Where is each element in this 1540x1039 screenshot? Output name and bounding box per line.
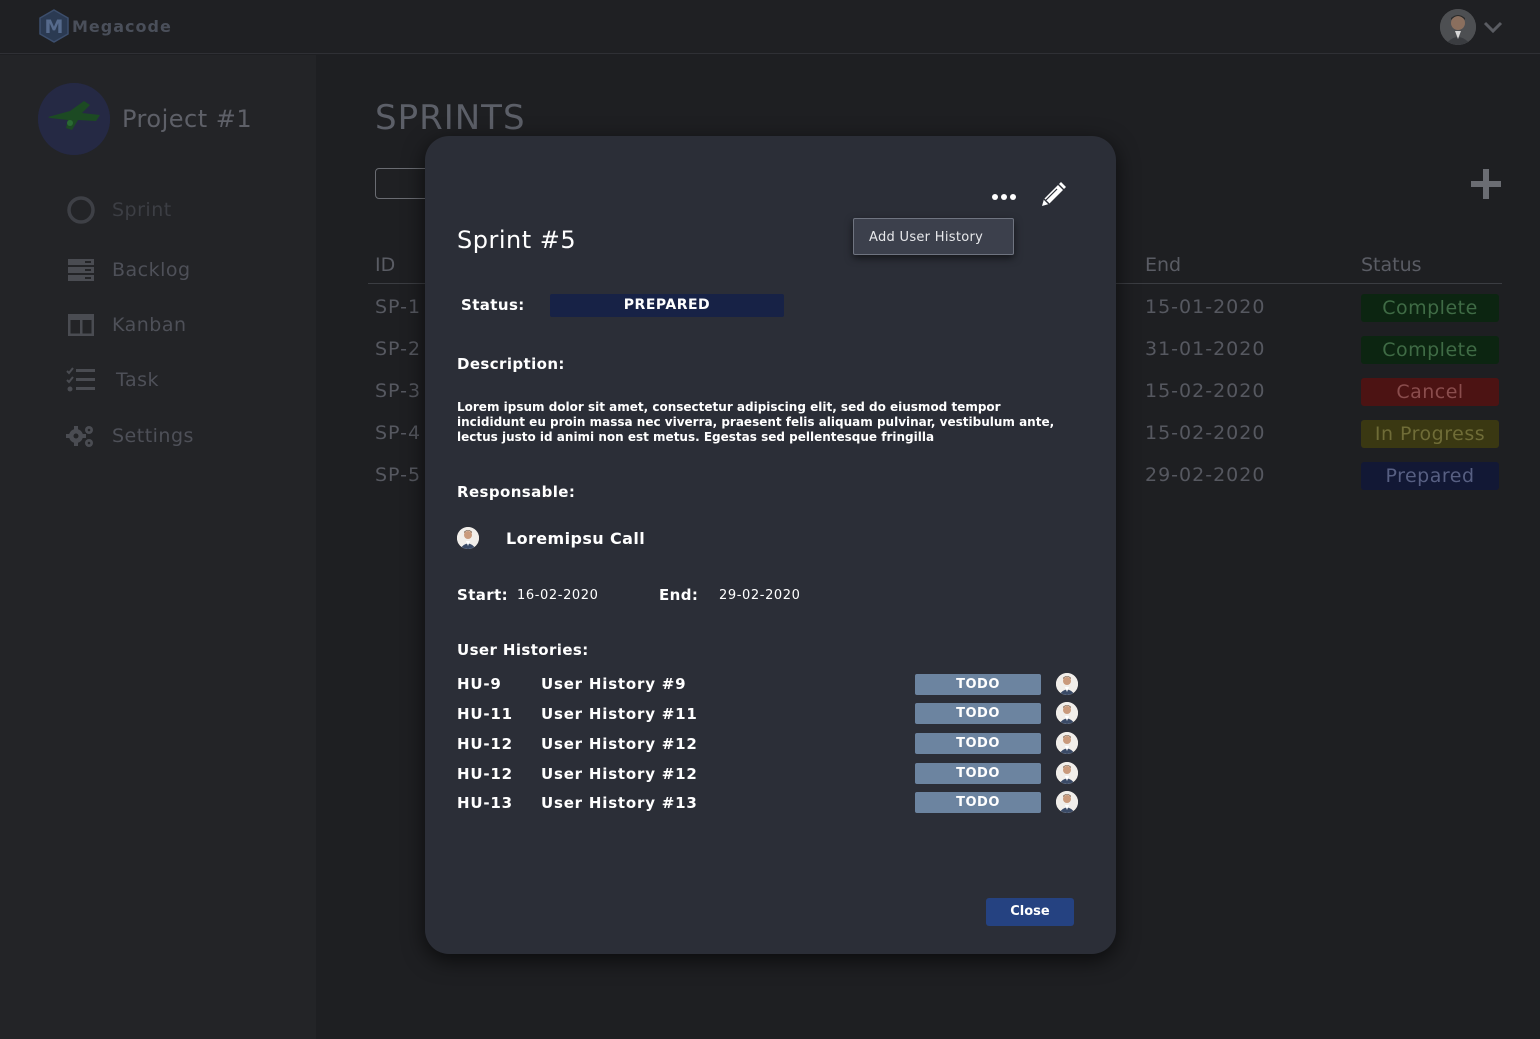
avatar bbox=[1056, 762, 1078, 784]
column-header-end: End bbox=[1145, 254, 1182, 276]
brand-name: Megacode bbox=[72, 16, 172, 36]
sidebar-item-task[interactable]: Task bbox=[66, 365, 159, 395]
status-label: Status: bbox=[461, 296, 525, 314]
sidebar-item-sprint[interactable]: Sprint bbox=[66, 195, 172, 225]
top-bar: M Megacode bbox=[0, 0, 1540, 54]
sidebar-item-settings[interactable]: Settings bbox=[66, 421, 194, 451]
task-list-icon bbox=[66, 365, 96, 395]
history-status-badge: TODO bbox=[915, 792, 1041, 813]
end-date: 29-02-2020 bbox=[719, 588, 801, 603]
user-histories-label: User Histories: bbox=[457, 641, 589, 659]
history-status-badge: TODO bbox=[915, 674, 1041, 695]
history-status-badge: TODO bbox=[915, 703, 1041, 724]
project-name: Project #1 bbox=[122, 105, 253, 133]
history-status-badge: TODO bbox=[915, 763, 1041, 784]
table-row-end: 31-01-2020 bbox=[1145, 338, 1266, 360]
app-root: M Megacode Project #1 Sprint Backlog Kan… bbox=[0, 0, 1540, 1039]
responsable-user: Loremipsu Call bbox=[457, 527, 645, 549]
history-name[interactable]: User History #13 bbox=[541, 794, 698, 812]
page-title: SPRINTS bbox=[375, 98, 526, 138]
table-row-id[interactable]: SP-2 bbox=[375, 338, 421, 360]
user-avatar bbox=[1440, 9, 1476, 45]
history-name[interactable]: User History #12 bbox=[541, 735, 698, 753]
history-id: HU-11 bbox=[457, 705, 513, 723]
backlog-icon bbox=[66, 255, 96, 285]
table-row-end: 29-02-2020 bbox=[1145, 464, 1266, 486]
column-header-id: ID bbox=[375, 254, 396, 276]
avatar bbox=[1056, 702, 1078, 724]
description-label: Description: bbox=[457, 355, 565, 373]
sidebar: Project #1 Sprint Backlog Kanban Task Se… bbox=[0, 55, 316, 1039]
avatar bbox=[1056, 791, 1078, 813]
table-row-id[interactable]: SP-5 bbox=[375, 464, 421, 486]
settings-gears-icon bbox=[66, 421, 96, 451]
add-sprint-plus-icon[interactable] bbox=[1468, 166, 1504, 202]
logo-hexagon-icon: M bbox=[38, 9, 70, 43]
history-name[interactable]: User History #12 bbox=[541, 765, 698, 783]
history-name[interactable]: User History #9 bbox=[541, 675, 686, 693]
status-badge: Complete bbox=[1361, 294, 1499, 322]
sidebar-item-label: Backlog bbox=[112, 259, 191, 281]
sprint-ring-icon bbox=[66, 195, 96, 225]
table-row-end: 15-02-2020 bbox=[1145, 380, 1266, 402]
avatar bbox=[457, 527, 479, 549]
user-menu[interactable] bbox=[1440, 9, 1504, 45]
close-button[interactable]: Close bbox=[986, 898, 1074, 926]
end-label: End: bbox=[659, 586, 699, 604]
avatar bbox=[1056, 732, 1078, 754]
kanban-icon bbox=[66, 310, 96, 340]
avatar bbox=[1056, 673, 1078, 695]
history-id: HU-12 bbox=[457, 735, 513, 753]
add-user-history-menu-item[interactable]: Add User History bbox=[853, 218, 1014, 255]
sidebar-item-label: Settings bbox=[112, 425, 194, 447]
column-header-status: Status bbox=[1361, 254, 1422, 276]
status-badge: Complete bbox=[1361, 336, 1499, 364]
brand-logo[interactable]: M Megacode bbox=[38, 9, 172, 43]
history-id: HU-12 bbox=[457, 765, 513, 783]
sidebar-item-kanban[interactable]: Kanban bbox=[66, 310, 187, 340]
sprint-status-badge: PREPARED bbox=[550, 294, 784, 317]
table-row-id[interactable]: SP-1 bbox=[375, 296, 421, 318]
status-badge: Cancel bbox=[1361, 378, 1499, 406]
sidebar-item-label: Kanban bbox=[112, 314, 187, 336]
modal-title: Sprint #5 bbox=[457, 226, 577, 254]
more-options-icon[interactable] bbox=[992, 190, 1016, 204]
responsable-label: Responsable: bbox=[457, 483, 576, 501]
description-text: Lorem ipsum dolor sit amet, consectetur … bbox=[457, 400, 1055, 444]
table-row-id[interactable]: SP-4 bbox=[375, 422, 421, 444]
sidebar-item-label: Sprint bbox=[112, 199, 172, 221]
history-id: HU-13 bbox=[457, 794, 513, 812]
sidebar-item-label: Task bbox=[116, 369, 160, 391]
chevron-down-icon bbox=[1483, 21, 1503, 34]
table-row-id[interactable]: SP-3 bbox=[375, 380, 421, 402]
project-header[interactable]: Project #1 bbox=[38, 83, 252, 155]
project-logo bbox=[38, 83, 110, 155]
history-status-badge: TODO bbox=[915, 733, 1041, 754]
responsable-name: Loremipsu Call bbox=[506, 528, 646, 548]
table-row-end: 15-01-2020 bbox=[1145, 296, 1266, 318]
start-label: Start: bbox=[457, 586, 509, 604]
logo-letter: M bbox=[45, 16, 64, 38]
table-row-end: 15-02-2020 bbox=[1145, 422, 1266, 444]
status-badge: In Progress bbox=[1361, 420, 1499, 448]
history-id: HU-9 bbox=[457, 675, 502, 693]
status-badge: Prepared bbox=[1361, 462, 1499, 490]
sidebar-item-backlog[interactable]: Backlog bbox=[66, 255, 191, 285]
history-name[interactable]: User History #11 bbox=[541, 705, 698, 723]
start-date: 16-02-2020 bbox=[517, 588, 599, 603]
edit-pencil-icon[interactable] bbox=[1038, 180, 1068, 210]
sprint-detail-modal: Add User History Sprint #5 Status: PREPA… bbox=[425, 136, 1116, 954]
